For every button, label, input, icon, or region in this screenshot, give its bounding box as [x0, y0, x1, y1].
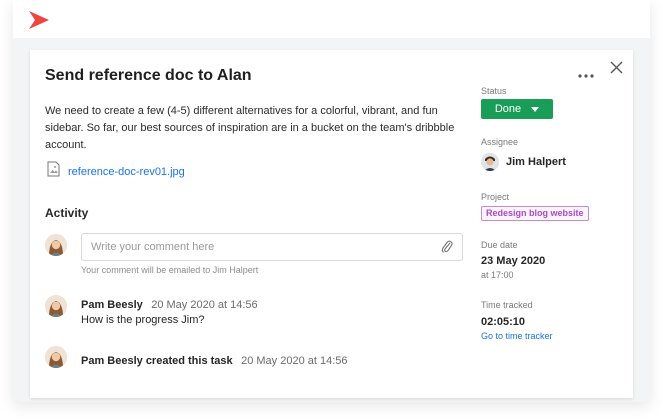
paperclip-icon[interactable]: [441, 239, 453, 259]
assignee[interactable]: Jim Halpert: [481, 153, 566, 171]
attachment-link[interactable]: reference-doc-rev01.jpg: [68, 166, 185, 178]
time-tracker-link[interactable]: Go to time tracker: [481, 331, 553, 341]
due-time-value: at 17:00: [481, 270, 514, 280]
entry-author: Pam Beesly: [81, 299, 143, 311]
activity-entry: Pam Beesly created this task 20 May 2020…: [81, 351, 348, 369]
task-title: Send reference doc to Alan: [45, 67, 252, 84]
status-value: Done: [494, 103, 522, 115]
comment-box[interactable]: [81, 233, 463, 261]
entry-text: How is the progress Jim?: [81, 314, 205, 326]
avatar: [45, 346, 67, 368]
assignee-avatar: [481, 153, 499, 171]
assignee-label: Assignee: [481, 137, 519, 147]
status-dropdown[interactable]: Done: [481, 99, 553, 119]
task-description: We need to create a few (4-5) different …: [45, 105, 455, 151]
avatar: [45, 234, 67, 256]
app-logo-icon[interactable]: [29, 11, 49, 34]
comment-input[interactable]: [91, 239, 421, 255]
top-bar: [13, 0, 650, 38]
project-tag[interactable]: Redesign blog website: [481, 206, 589, 221]
project-label: Project: [481, 192, 510, 202]
caret-down-icon: [531, 103, 540, 115]
activity-heading: Activity: [45, 206, 89, 220]
image-file-icon: [47, 161, 60, 182]
assignee-name: Jim Halpert: [506, 156, 566, 168]
task-detail-panel: Send reference doc to Alan We need to cr…: [30, 50, 633, 398]
status-label: Status: [481, 86, 507, 96]
entry-time: 20 May 2020 at 14:56: [241, 355, 348, 367]
attachment[interactable]: reference-doc-rev01.jpg: [47, 161, 185, 182]
due-date-label: Due date: [481, 240, 518, 250]
entry-time: 20 May 2020 at 14:56: [151, 299, 258, 311]
time-tracked-value: 02:05:10: [481, 316, 526, 328]
activity-entry: Pam Beesly 20 May 2020 at 14:56: [81, 295, 258, 313]
close-icon[interactable]: [610, 61, 623, 79]
more-options-icon[interactable]: [578, 65, 594, 83]
due-date-value[interactable]: 23 May 2020: [481, 255, 545, 267]
app-frame: Send reference doc to Alan We need to cr…: [13, 0, 650, 402]
time-tracked-label: Time tracked: [481, 300, 533, 310]
entry-author: Pam Beesly created this task: [81, 355, 233, 367]
avatar: [45, 295, 67, 317]
comment-hint: Your comment will be emailed to Jim Halp…: [81, 265, 259, 275]
